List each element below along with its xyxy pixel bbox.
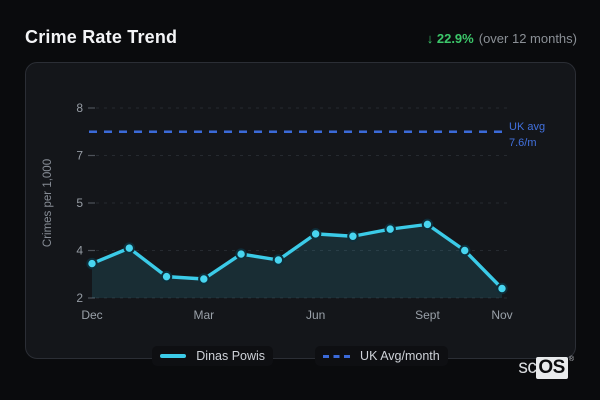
- data-point[interactable]: [272, 254, 285, 266]
- crime-trend-card: 2 4 5 7 8 UK avg 7.6/m Dec Mar Jun Sept Nov Crimes p…: [25, 62, 576, 359]
- data-point[interactable]: [421, 218, 434, 231]
- trend-delta-period: (over 12 months): [478, 31, 577, 46]
- y-tick-label: 7: [76, 149, 83, 163]
- chart-legend: Dinas Powis UK Avg/month: [0, 346, 600, 366]
- dashed-line-swatch-icon: [323, 354, 351, 358]
- y-tick-label: 4: [76, 244, 83, 258]
- y-tick-label: 2: [76, 291, 83, 305]
- legend-item-dinas-powis[interactable]: Dinas Powis: [152, 346, 274, 366]
- data-point[interactable]: [309, 228, 322, 240]
- data-point[interactable]: [384, 223, 396, 235]
- data-point[interactable]: [86, 257, 98, 270]
- legend-item-uk-avg[interactable]: UK Avg/month: [315, 346, 448, 366]
- data-point[interactable]: [496, 282, 508, 295]
- solid-line-swatch-icon: [160, 354, 187, 358]
- trend-delta-value: ↓ 22.9%: [426, 31, 474, 46]
- x-tick-label: Nov: [491, 308, 512, 322]
- data-point[interactable]: [235, 248, 247, 260]
- legend-label: UK Avg/month: [360, 349, 440, 363]
- trend-delta-badge: ↓ 22.9% (over 12 months): [427, 31, 577, 46]
- data-point[interactable]: [198, 273, 210, 285]
- y-tick-label: 5: [76, 196, 83, 210]
- data-point[interactable]: [347, 230, 359, 242]
- uk-avg-value-label: 7.6/m: [509, 137, 537, 149]
- x-tick-label: Mar: [193, 308, 214, 322]
- trend-chart[interactable]: 2 4 5 7 8 UK avg 7.6/m Dec Mar Jun Sept Nov Crimes p…: [26, 63, 575, 358]
- data-point[interactable]: [160, 270, 173, 283]
- logo-prefix: sc: [518, 357, 537, 378]
- x-tick-label: Sept: [415, 308, 440, 322]
- logo-box: OS: [536, 357, 568, 379]
- registered-mark-icon: ®: [568, 356, 574, 363]
- x-tick-label: Jun: [306, 308, 325, 322]
- data-point[interactable]: [459, 244, 471, 257]
- x-tick-label: Dec: [81, 308, 102, 322]
- legend-label: Dinas Powis: [196, 349, 266, 363]
- scos-logo: sc OS ®: [518, 356, 574, 379]
- data-point[interactable]: [123, 242, 135, 254]
- y-axis-title: Crimes per 1,000: [42, 159, 54, 247]
- uk-avg-label: UK avg: [509, 121, 545, 133]
- y-tick-label: 8: [76, 101, 83, 115]
- page-title: Crime Rate Trend: [25, 27, 178, 47]
- down-arrow-icon: ↓: [426, 31, 434, 46]
